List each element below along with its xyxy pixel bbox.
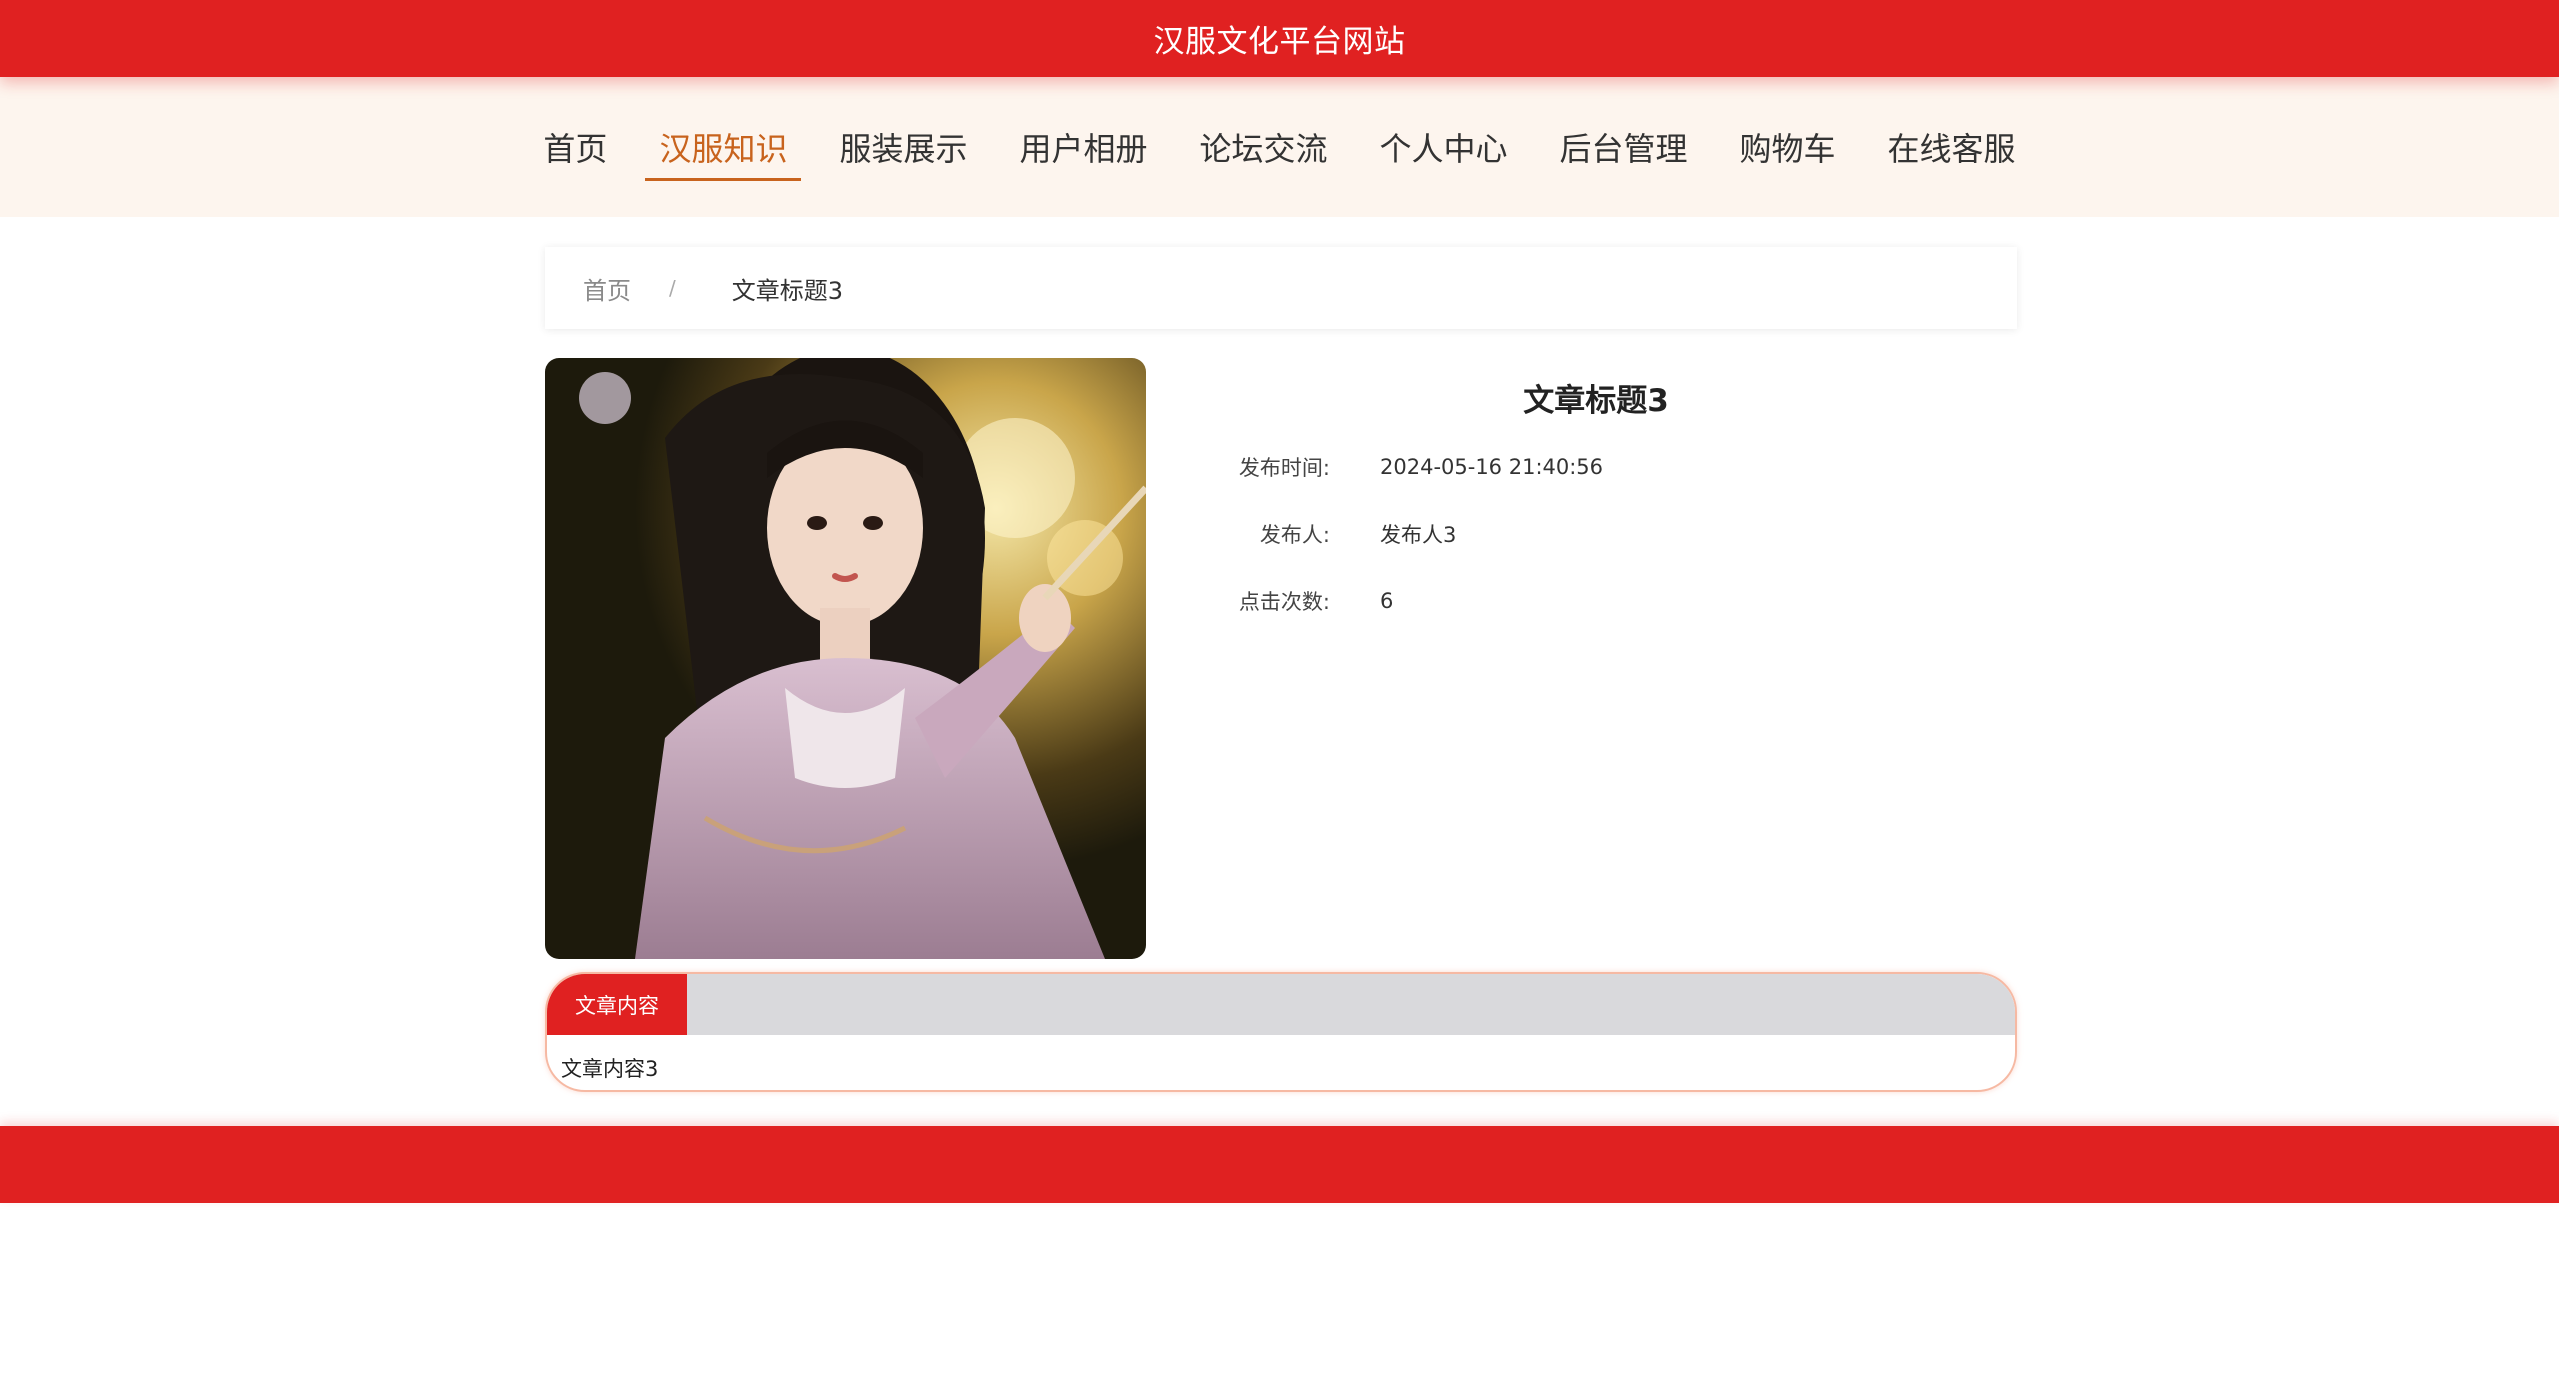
article-content-body: 文章内容3: [561, 1057, 659, 1081]
meta-value: 6: [1380, 589, 1394, 613]
meta-label: 点击次数:: [1238, 590, 1330, 614]
article-cover-image: [545, 358, 1146, 959]
nav-item-clothing-showcase[interactable]: 服装展示: [817, 111, 989, 183]
nav-item-forum[interactable]: 论坛交流: [1177, 111, 1349, 183]
meta-value: 发布人3: [1380, 523, 1457, 547]
meta-label: 发布时间:: [1238, 456, 1330, 480]
meta-value: 2024-05-16 21:40:56: [1380, 455, 1604, 479]
nav-item-user-album[interactable]: 用户相册: [997, 111, 1169, 183]
article-content-panel: 文章内容 文章内容3: [545, 972, 2017, 1092]
nav-item-home[interactable]: 首页: [521, 111, 629, 183]
breadcrumb: 首页 / 文章标题3: [545, 247, 2017, 329]
top-header-bar: 汉服文化平台网站: [0, 0, 2559, 77]
tab-article-content[interactable]: 文章内容: [547, 974, 687, 1035]
meta-publish-time: 发布时间: 2024-05-16 21:40:56: [1180, 452, 1603, 482]
nav-item-cart[interactable]: 购物车: [1718, 111, 1858, 183]
breadcrumb-separator: /: [669, 276, 676, 300]
meta-click-count: 点击次数: 6: [1180, 586, 1393, 616]
cover-photo-illustration: [545, 358, 1146, 959]
footer-bar: [0, 1126, 2559, 1203]
content-tab-strip: 文章内容: [547, 974, 2015, 1035]
nav-item-customer-service[interactable]: 在线客服: [1866, 111, 2038, 183]
nav-item-personal-center[interactable]: 个人中心: [1358, 111, 1530, 183]
main-navigation: 首页 汉服知识 服装展示 用户相册 论坛交流 个人中心 后台管理 购物车 在线客…: [0, 77, 2559, 217]
nav-item-admin[interactable]: 后台管理: [1538, 111, 1710, 183]
article-title: 文章标题3: [1523, 383, 1669, 419]
meta-label: 发布人:: [1259, 523, 1330, 547]
nav-item-hanfu-knowledge[interactable]: 汉服知识: [637, 111, 809, 183]
site-title: 汉服文化平台网站: [1153, 24, 1406, 60]
breadcrumb-home-link[interactable]: 首页: [583, 271, 631, 306]
meta-publisher: 发布人: 发布人3: [1180, 519, 1456, 549]
breadcrumb-current: 文章标题3: [731, 276, 844, 305]
